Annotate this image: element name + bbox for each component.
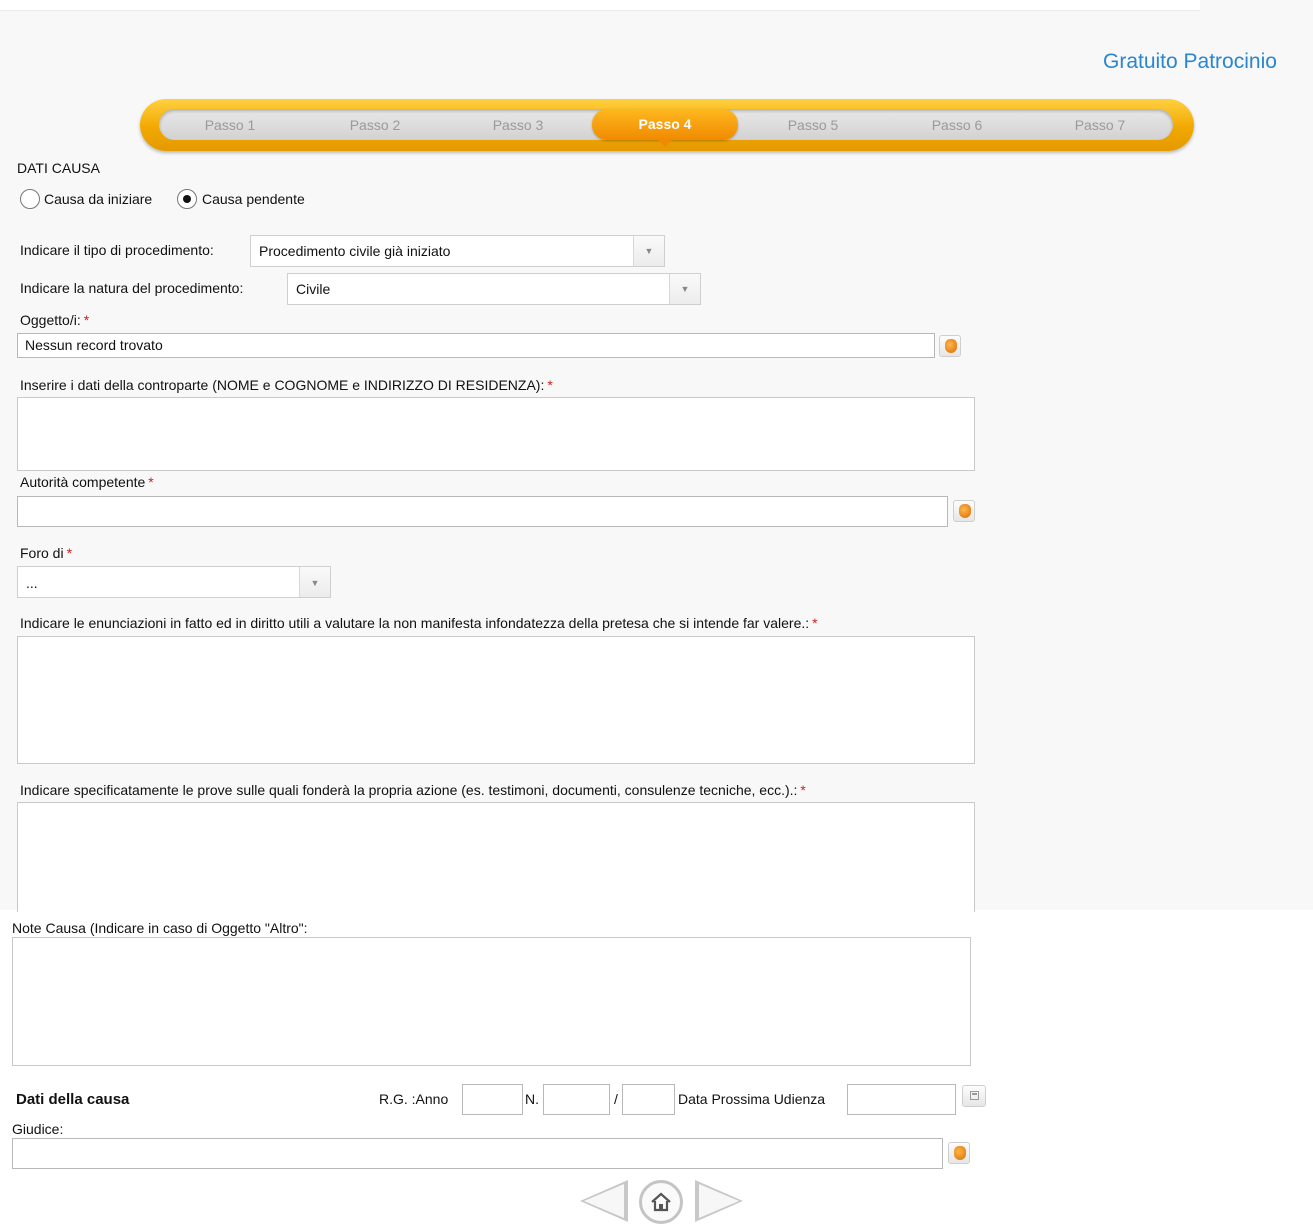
- autorita-field[interactable]: [17, 496, 948, 527]
- radio-selected-dot: [183, 195, 191, 203]
- required-mark: *: [148, 474, 154, 490]
- active-step-caret: [658, 140, 672, 147]
- oggetto-field[interactable]: Nessun record trovato: [17, 333, 935, 358]
- required-mark: *: [83, 312, 90, 328]
- chevron-down-icon: ▼: [299, 567, 330, 597]
- step-6[interactable]: Passo 6: [897, 110, 1017, 140]
- calendar-icon[interactable]: [962, 1085, 986, 1107]
- chevron-down-icon: ▼: [669, 274, 700, 304]
- rg-n-field[interactable]: [543, 1084, 610, 1115]
- step-7[interactable]: Passo 7: [1040, 110, 1160, 140]
- natura-procedimento-select[interactable]: Civile ▼: [287, 273, 701, 305]
- app-title: Gratuito Patrocinio: [1103, 50, 1277, 73]
- giudice-label: Giudice:: [12, 1121, 64, 1137]
- step-3[interactable]: Passo 3: [458, 110, 578, 140]
- radio-label-causa-pendente: Causa pendente: [202, 191, 305, 207]
- tipo-procedimento-label: Indicare il tipo di procedimento:: [20, 242, 214, 258]
- foro-label-text: Foro di: [20, 545, 64, 561]
- enunciazioni-label-text: Indicare le enunciazioni in fatto ed in …: [20, 615, 810, 631]
- hand-pointer-icon[interactable]: [939, 335, 961, 357]
- hand-pointer-icon[interactable]: [948, 1142, 970, 1164]
- radio-causa-da-iniziare[interactable]: [20, 189, 40, 209]
- section-title: DATI CAUSA: [17, 160, 100, 176]
- autorita-label-text: Autorità competente: [20, 474, 146, 490]
- rg-slash: /: [614, 1091, 618, 1107]
- enunciazioni-textarea[interactable]: [17, 636, 975, 764]
- tipo-procedimento-select[interactable]: Procedimento civile già iniziato ▼: [250, 235, 665, 267]
- step-1[interactable]: Passo 1: [170, 110, 290, 140]
- foro-label: Foro di *: [20, 545, 72, 561]
- data-udienza-label: Data Prossima Udienza: [678, 1091, 826, 1107]
- arrow-left-icon[interactable]: [580, 1180, 628, 1222]
- required-mark: *: [66, 545, 73, 561]
- required-mark: *: [812, 615, 818, 631]
- prove-textarea[interactable]: [17, 802, 975, 912]
- tipo-procedimento-value: Procedimento civile già iniziato: [259, 243, 451, 259]
- controparte-label-text: Inserire i dati della controparte (NOME …: [20, 377, 545, 393]
- foro-select[interactable]: ... ▼: [17, 566, 331, 598]
- radio-causa-pendente[interactable]: [177, 189, 197, 209]
- required-mark: *: [547, 377, 553, 393]
- oggetto-label-text: Oggetto/i:: [20, 312, 81, 328]
- natura-procedimento-label: Indicare la natura del procedimento:: [20, 280, 244, 296]
- foro-value: ...: [26, 575, 38, 591]
- radio-label-causa-da-iniziare: Causa da iniziare: [44, 191, 153, 207]
- enunciazioni-label: Indicare le enunciazioni in fatto ed in …: [20, 615, 818, 631]
- calendar-glyph: [970, 1091, 979, 1100]
- autorita-picker-glyph: [959, 504, 971, 518]
- home-icon[interactable]: [639, 1180, 683, 1224]
- top-header-strip: [0, 0, 1200, 11]
- controparte-textarea[interactable]: [17, 397, 975, 471]
- oggetto-picker-glyph: [945, 339, 957, 353]
- dati-causa-title: Dati della causa: [16, 1091, 130, 1108]
- natura-procedimento-value: Civile: [296, 281, 331, 297]
- step-5[interactable]: Passo 5: [753, 110, 873, 140]
- giudice-field[interactable]: [12, 1138, 943, 1169]
- arrow-right-icon[interactable]: [695, 1180, 743, 1222]
- data-udienza-field[interactable]: [847, 1084, 956, 1115]
- oggetto-label: Oggetto/i: *: [20, 312, 89, 328]
- prove-label-text: Indicare specificatamente le prove sulle…: [20, 782, 798, 798]
- rg-anno-field[interactable]: [462, 1084, 523, 1115]
- autorita-label: Autorità competente *: [20, 474, 154, 490]
- note-causa-textarea[interactable]: [12, 937, 971, 1066]
- giudice-picker-glyph: [954, 1146, 966, 1160]
- rg-n-label: N.: [525, 1091, 539, 1107]
- controparte-label: Inserire i dati della controparte (NOME …: [20, 377, 553, 393]
- rg-suffix-field[interactable]: [622, 1084, 675, 1115]
- note-causa-label: Note Causa (Indicare in caso di Oggetto …: [12, 920, 308, 936]
- rg-anno-label: R.G. :Anno: [379, 1091, 449, 1107]
- step-2[interactable]: Passo 2: [315, 110, 435, 140]
- chevron-down-icon: ▼: [633, 236, 664, 266]
- home-glyph: [651, 1192, 671, 1212]
- step-4-active[interactable]: Passo 4: [592, 109, 738, 140]
- hand-pointer-icon[interactable]: [953, 500, 975, 522]
- required-mark: *: [800, 782, 806, 798]
- prove-label: Indicare specificatamente le prove sulle…: [20, 782, 806, 798]
